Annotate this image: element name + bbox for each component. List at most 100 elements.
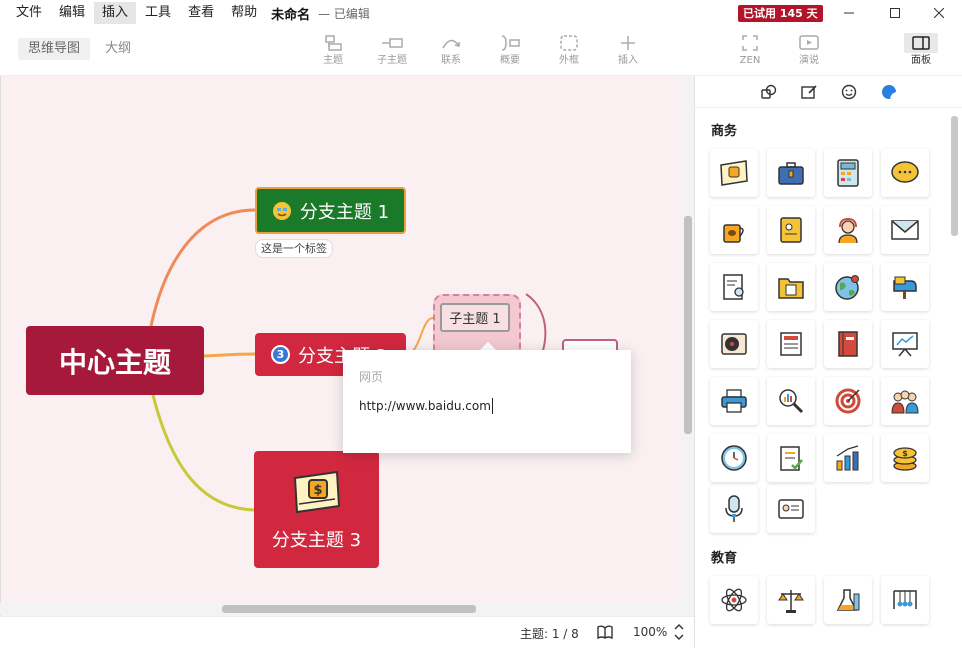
calculator-icon (837, 159, 859, 187)
menu-help[interactable]: 帮助 (223, 2, 265, 24)
scrollbar-thumb[interactable] (684, 216, 692, 434)
contact-book-icon (780, 217, 802, 243)
sticker-id-card[interactable] (767, 485, 815, 533)
label-tag[interactable]: 这是一个标签 (255, 239, 333, 258)
hyperlink-popup: 网页 http://www.baidu.com (343, 350, 631, 453)
sticker-folder[interactable] (767, 263, 815, 311)
branch-topic-1[interactable]: 分支主题 1 (255, 187, 406, 234)
sticker-checklist[interactable] (767, 434, 815, 482)
tab-style[interactable] (801, 84, 817, 100)
tab-markers[interactable] (841, 84, 857, 100)
presentation-tool[interactable]: 演说 (784, 32, 834, 68)
sticker-newspaper[interactable] (767, 320, 815, 368)
toolbar: 思维导图 大纲 主题 子主题 联系 概要 外框 插入 ZEN 演说 面板 (0, 26, 962, 76)
folder-icon (778, 278, 804, 299)
subtopic-1[interactable]: 子主题 1 (440, 303, 510, 332)
sticker-scales[interactable] (767, 576, 815, 624)
sticker-atom[interactable] (710, 576, 758, 624)
mindmap-canvas[interactable]: 中心主题 分支主题 1 这是一个标签 3 分支主题 2 $ 分支主题 3 子主题… (0, 76, 694, 616)
sticker-money[interactable] (710, 149, 758, 197)
zoom-level[interactable]: 100% (633, 625, 667, 639)
tab-format[interactable] (761, 84, 777, 100)
sticker-growth-chart[interactable] (824, 434, 872, 482)
sticker-chat[interactable] (881, 149, 929, 197)
menu-tools[interactable]: 工具 (137, 2, 179, 24)
relationship-tool[interactable]: 联系 (426, 32, 476, 68)
sticker-target[interactable] (824, 377, 872, 425)
document-title: 未命名 (271, 7, 311, 23)
menu-view[interactable]: 查看 (180, 2, 222, 24)
sticker-printer[interactable] (710, 377, 758, 425)
shapes-icon (761, 84, 777, 99)
sticker-briefcase[interactable] (767, 149, 815, 197)
sticker-magnifier[interactable] (767, 377, 815, 425)
menu-insert[interactable]: 插入 (94, 2, 137, 24)
summary-tool[interactable]: 概要 (485, 32, 535, 68)
panel-scrollbar[interactable] (948, 110, 960, 648)
id-card-icon (778, 499, 804, 519)
sticker-team[interactable] (881, 377, 929, 425)
microphone-icon (725, 495, 743, 522)
newspaper-icon (780, 332, 802, 356)
sticker-presentation[interactable] (881, 320, 929, 368)
sticker-mailbox[interactable] (881, 263, 929, 311)
branch-topic-3-label: 分支主题 3 (271, 529, 362, 551)
topic-tool[interactable]: 主题 (308, 32, 358, 68)
sticker-flask[interactable] (824, 576, 872, 624)
document-status: — 已编辑 (318, 6, 370, 21)
branch-topic-3[interactable]: $ 分支主题 3 (254, 451, 379, 568)
boundary-tool[interactable]: 外框 (544, 32, 594, 68)
section-business-title: 商务 (711, 124, 738, 139)
target-icon (835, 388, 861, 414)
smiley-icon (841, 84, 857, 100)
panel-toggle[interactable]: 面板 (896, 32, 946, 68)
hyperlink-label: 网页 (359, 370, 384, 384)
tab-outline[interactable]: 大纲 (95, 38, 141, 60)
maximize-button[interactable] (872, 0, 918, 26)
subtopic-tool[interactable]: 子主题 (367, 32, 417, 68)
sticker-support-agent[interactable] (824, 206, 872, 254)
summary-icon (501, 35, 520, 51)
menu-file[interactable]: 文件 (8, 2, 50, 24)
coins-icon: $ (893, 447, 917, 471)
zen-tool[interactable]: ZEN (725, 32, 775, 68)
sticker-newton-cradle[interactable] (881, 576, 929, 624)
scrollbar-thumb[interactable] (951, 116, 958, 236)
sticker-coins[interactable]: $ (881, 434, 929, 482)
tab-mindmap[interactable]: 思维导图 (18, 38, 91, 60)
zoom-stepper[interactable] (674, 623, 684, 644)
tab-stickers[interactable] (881, 84, 897, 100)
sticker-coffee[interactable] (710, 206, 758, 254)
scrollbar-thumb[interactable] (222, 605, 476, 613)
central-topic[interactable]: 中心主题 (26, 326, 204, 395)
minimize-button[interactable] (826, 0, 872, 26)
relationship-tool-label: 联系 (441, 55, 461, 66)
checklist-icon (780, 446, 803, 471)
outline-view-button[interactable] (597, 624, 613, 643)
close-button[interactable] (916, 0, 962, 26)
maximize-icon (890, 8, 900, 18)
menu-edit[interactable]: 编辑 (51, 2, 93, 24)
section-education-title: 教育 (711, 551, 738, 566)
sticker-contact-book[interactable] (767, 206, 815, 254)
sticker-record-player[interactable] (710, 320, 758, 368)
topic-icon (325, 35, 342, 51)
sticker-clock[interactable] (710, 434, 758, 482)
presentation-tool-label: 演说 (799, 55, 819, 66)
canvas-horizontal-scrollbar[interactable] (0, 603, 694, 615)
insert-tool-label: 插入 (618, 55, 638, 66)
sticker-document-search[interactable] (710, 263, 758, 311)
insert-tool[interactable]: 插入 (603, 32, 653, 68)
sticker-globe[interactable] (824, 263, 872, 311)
sticker-envelope[interactable] (881, 206, 929, 254)
briefcase-icon (778, 162, 804, 185)
hyperlink-input[interactable]: http://www.baidu.com (359, 398, 493, 414)
sticker-calculator[interactable] (824, 149, 872, 197)
canvas-vertical-scrollbar[interactable] (682, 76, 694, 606)
sticker-panel: 商务 教育 $ (694, 76, 962, 648)
sticker-microphone[interactable] (710, 485, 758, 533)
trial-badge[interactable]: 已试用 145 天 (738, 5, 823, 22)
document-search-icon (723, 274, 744, 300)
sticker-book[interactable] (824, 320, 872, 368)
printer-icon (721, 389, 747, 413)
